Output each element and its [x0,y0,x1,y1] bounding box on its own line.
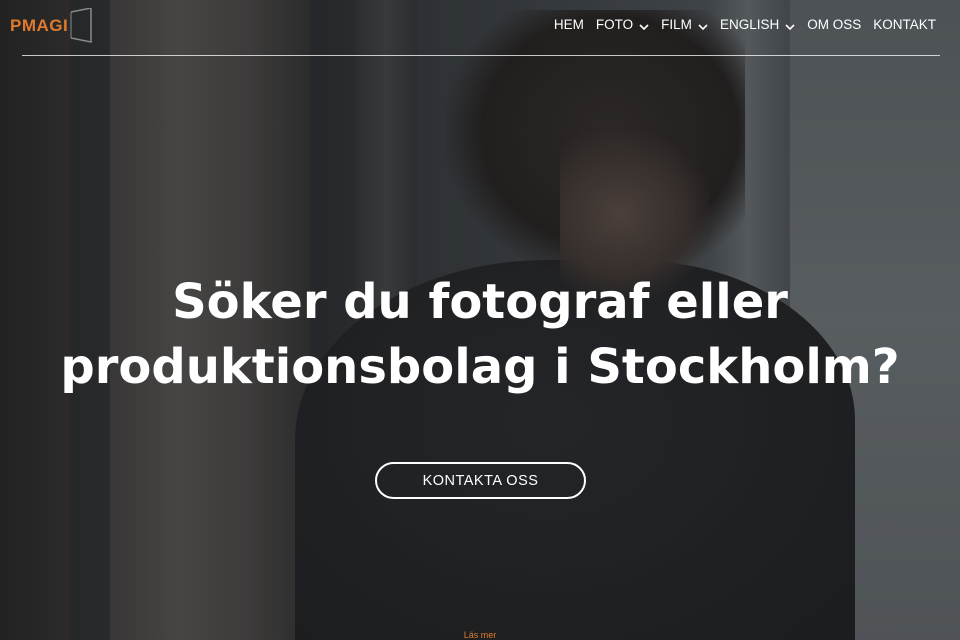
logo-frame-icon [69,7,93,44]
nav-item-label: FOTO [595,17,634,32]
header-divider [22,55,940,56]
hero-section: Söker du fotograf eller produktionsbolag… [0,0,960,640]
chevron-down-icon [639,20,649,30]
main-nav: HEM FOTO FILM ENGLISH OM OSS KONTAKT [542,17,936,32]
hero-headline-line-2: produktionsbolag i Stockholm? [60,339,900,395]
nav-item-label: FILM [661,17,692,32]
nav-item-label: KONTAKT [873,17,936,32]
logo-text: PMAGI [10,16,69,35]
hero-headline: Söker du fotograf eller produktionsbolag… [40,270,920,400]
nav-item-hem[interactable]: HEM [554,17,584,32]
chevron-down-icon [785,20,795,30]
read-more-link[interactable]: Läs mer [430,630,530,640]
nav-item-kontakt[interactable]: KONTAKT [873,17,936,32]
site-logo[interactable]: PMAGI [10,7,93,44]
nav-item-foto[interactable]: FOTO [596,17,649,32]
nav-item-english[interactable]: ENGLISH [720,17,795,32]
contact-us-button[interactable]: KONTAKTA OSS [375,462,586,499]
nav-item-label: ENGLISH [719,17,780,32]
nav-item-label: OM OSS [807,17,862,32]
nav-item-om-oss[interactable]: OM OSS [807,17,861,32]
nav-item-label: HEM [553,17,584,32]
hero-headline-line-1: Söker du fotograf eller [172,274,788,330]
nav-item-film[interactable]: FILM [661,17,708,32]
site-header: PMAGI HEM FOTO FILM ENGLISH OM OSS KONTA… [0,0,960,56]
chevron-down-icon [698,20,708,30]
